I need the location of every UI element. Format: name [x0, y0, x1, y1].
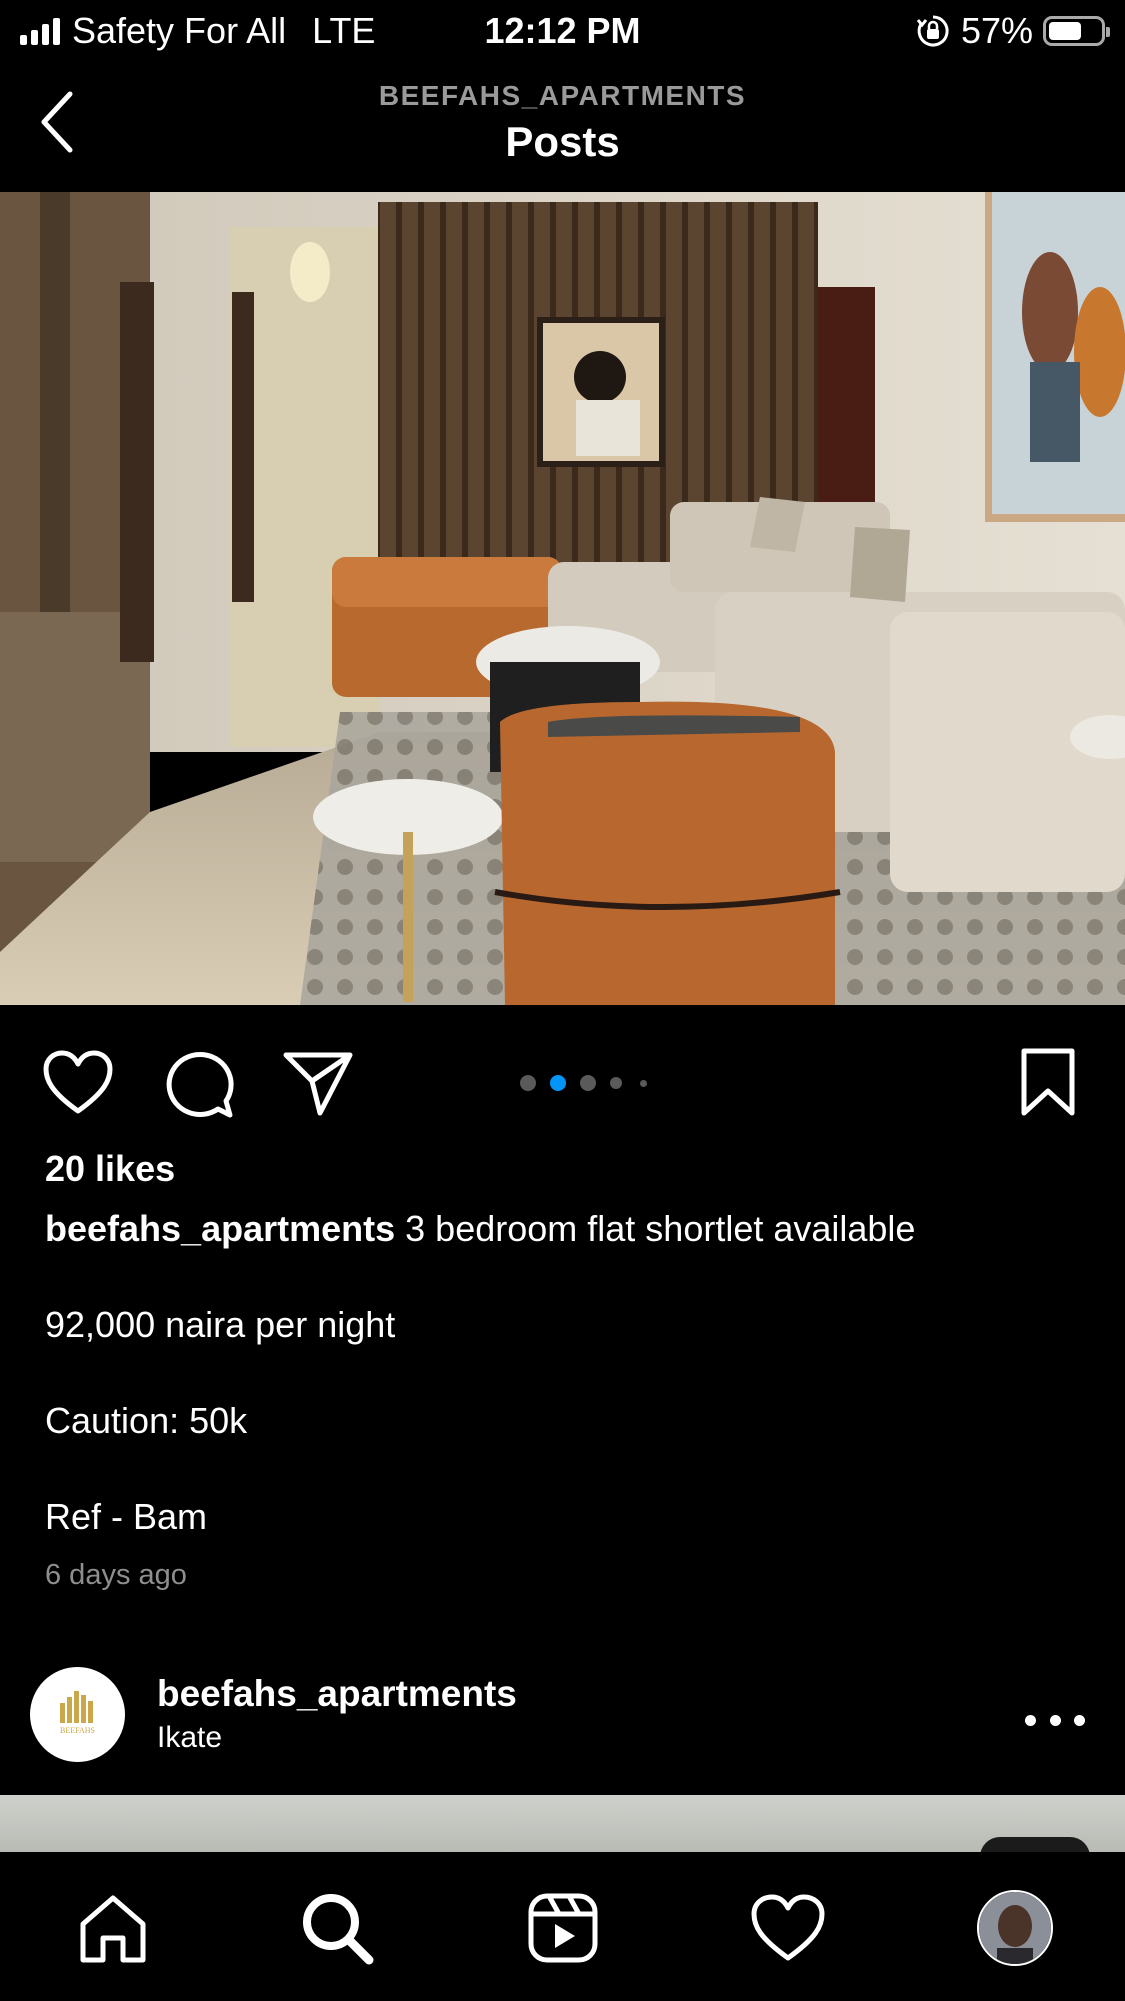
- status-bar: Safety For All LTE 12:12 PM 57%: [0, 0, 1125, 62]
- battery-icon: [1043, 16, 1110, 46]
- next-post-username[interactable]: beefahs_apartments: [157, 1673, 517, 1715]
- more-dot: [1025, 1714, 1036, 1726]
- caption-price: 92,000 naira per night: [45, 1304, 396, 1345]
- tab-search[interactable]: [297, 1888, 377, 1968]
- next-post-location[interactable]: Ikate: [157, 1721, 222, 1755]
- comment-button[interactable]: [160, 1045, 236, 1121]
- orientation-lock-icon: [916, 15, 949, 47]
- post-timestamp: 6 days ago: [45, 1559, 187, 1591]
- next-post-photo[interactable]: [0, 1795, 1125, 1855]
- carrier-name: Safety For All: [72, 10, 287, 51]
- next-post-header: BEEFAHS beefahs_apartments Ikate: [0, 1665, 1125, 1795]
- tab-activity[interactable]: [748, 1888, 828, 1968]
- bookmark-icon: [1021, 1048, 1075, 1116]
- carousel-indicator: [520, 1075, 647, 1091]
- share-button[interactable]: [280, 1045, 356, 1121]
- post-actions: [0, 1005, 1125, 1155]
- beefahs-logo: BEEFAHS: [60, 1691, 95, 1735]
- post-caption: 20 likes beefahs_apartments 3 bedroom fl…: [45, 1145, 1085, 1599]
- tab-home[interactable]: [73, 1888, 153, 1968]
- caption-caution: Caution: 50k: [45, 1400, 248, 1441]
- carousel-dot-active: [550, 1075, 566, 1091]
- home-icon: [80, 1895, 146, 1963]
- like-button[interactable]: [40, 1045, 116, 1121]
- tab-profile-avatar[interactable]: [977, 1890, 1053, 1966]
- status-right: 57%: [915, 10, 1110, 52]
- carousel-dot: [640, 1079, 647, 1087]
- activity-heart-icon: [751, 1894, 825, 1961]
- bottom-tab-bar: [0, 1852, 1125, 2001]
- carousel-dot: [520, 1075, 536, 1091]
- caption-ref: Ref - Bam: [45, 1496, 208, 1537]
- heart-icon: [43, 1050, 113, 1114]
- account-avatar[interactable]: BEEFAHS: [30, 1667, 125, 1762]
- battery-percent: 57%: [960, 10, 1033, 51]
- reels-icon: [528, 1893, 598, 1963]
- tab-reels[interactable]: [523, 1888, 603, 1968]
- post-photo[interactable]: [0, 192, 1125, 1005]
- more-dot: [1074, 1714, 1085, 1726]
- status-left: Safety For All LTE: [20, 10, 375, 52]
- save-button[interactable]: [1010, 1045, 1086, 1121]
- profile-photo: [979, 1892, 1051, 1964]
- living-room-photo: [0, 192, 1125, 1005]
- caption-line: beefahs_apartments 3 bedroom flat shortl…: [45, 1205, 1085, 1253]
- svg-text:BEEFAHS: BEEFAHS: [60, 1726, 95, 1735]
- header-username: BEEFAHS_APARTMENTS: [378, 80, 747, 111]
- share-icon: [283, 1052, 353, 1116]
- search-icon: [303, 1894, 374, 1965]
- carousel-dot: [610, 1077, 622, 1089]
- caption-username[interactable]: beefahs_apartments: [45, 1208, 395, 1249]
- network-type: LTE: [312, 10, 376, 51]
- caption-text: 3 bedroom flat shortlet available: [405, 1208, 916, 1249]
- likes-count[interactable]: 20 likes: [45, 1145, 1085, 1193]
- more-options-button[interactable]: [1025, 1705, 1085, 1735]
- page-title: Posts: [505, 118, 620, 165]
- comment-icon: [166, 1052, 234, 1118]
- page-header: BEEFAHS_APARTMENTS Posts: [0, 62, 1125, 192]
- carousel-dot: [580, 1075, 596, 1091]
- more-dot: [1049, 1714, 1061, 1726]
- signal-icon: [20, 17, 60, 45]
